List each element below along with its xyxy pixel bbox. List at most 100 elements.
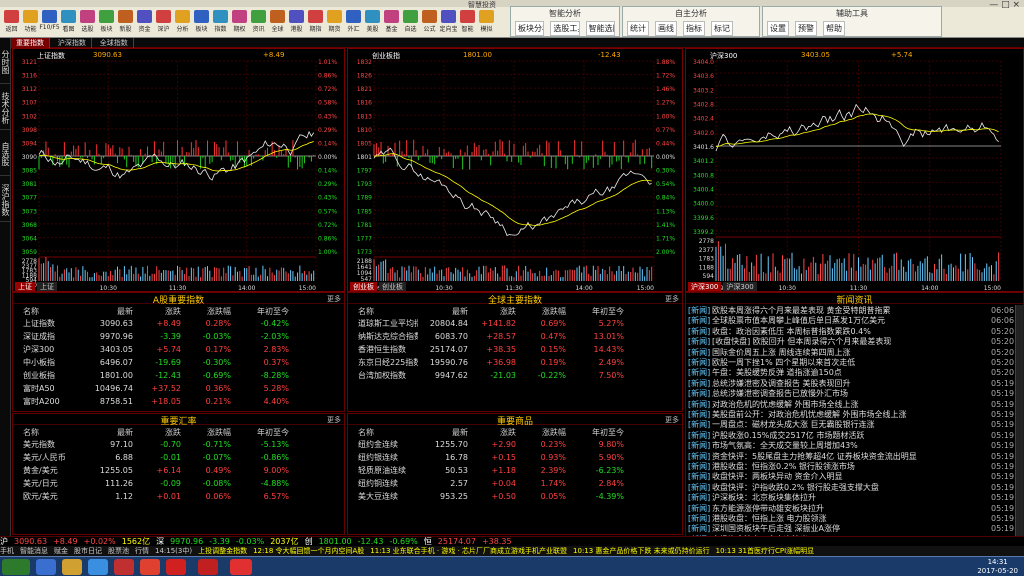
news-item[interactable]: [新闻] 收盘快评：两板块异动 资金介入明显 05:19 (688, 471, 1014, 482)
table-row[interactable]: 深证成指 9970.96 -3.39 -0.03% -2.03% (13, 330, 344, 342)
news-item[interactable]: [新闻] 美股盘前公开：对政治危机忧虑缓解 外围市场全线上涨 05:19 (688, 409, 1014, 420)
assist-item[interactable]: 设置 (767, 21, 789, 36)
toolbar-button[interactable]: 期货 (325, 10, 344, 36)
toolbar-button[interactable]: 定向宝 (439, 10, 458, 36)
toolbar-button[interactable]: 智能 (458, 10, 477, 36)
news-item[interactable]: [新闻] 全球股票市值本周攀上峰值后单日蒸发1万亿美元 06:06 (688, 315, 1014, 326)
column-header[interactable]: 涨跌幅 (181, 306, 231, 317)
news-item[interactable]: [新闻] 国际金价周五上涨 周线连续第四周上涨 05:20 (688, 347, 1014, 358)
ie-icon[interactable] (88, 559, 108, 575)
table-row[interactable]: 沪深300 3403.05 +5.74 0.17% 2.83% (13, 343, 344, 355)
news-item[interactable]: [新闻] 港股收盘：恒指涨0.2% 银行股领涨市场 05:19 (688, 461, 1014, 472)
news-item[interactable]: [新闻] 资金快评：5股尾盘主力抢筹超4亿 证券板块资金流出明显 05:19 (688, 451, 1014, 462)
toolbar-button[interactable]: 深沪 (154, 10, 173, 36)
chart-tab[interactable]: 上证 (37, 282, 57, 291)
window-controls[interactable]: — □ × (989, 0, 1020, 10)
status-item[interactable]: 12:18 令大幅回馈一个月内空间A股 (253, 546, 364, 556)
column-header[interactable]: 名称 (13, 306, 83, 317)
assist-item[interactable]: 预警 (795, 21, 817, 36)
toolbar-button[interactable]: 自选 (401, 10, 420, 36)
news-item[interactable]: [新闻] 欧股一周下挫1% 四个星期以来首次走低 05:20 (688, 357, 1014, 368)
status-item[interactable]: 14:15(3中) (155, 546, 192, 556)
table-row[interactable]: 纽约金连续 1255.70 +2.90 0.23% 9.80% (348, 438, 682, 450)
column-header[interactable]: 年初至今 (566, 306, 624, 317)
column-header[interactable]: 年初至今 (566, 427, 624, 438)
column-header[interactable]: 最新 (83, 427, 133, 438)
strategy-item[interactable]: 选股工具 (550, 21, 580, 36)
toolbar-button[interactable]: 期权 (230, 10, 249, 36)
toolbar-button[interactable]: 港股 (287, 10, 306, 36)
tab-global-indices[interactable]: 全球指数 (95, 38, 134, 48)
table-row[interactable]: 东京日经225指数 19590.76 +36.98 0.19% 2.49% (348, 356, 682, 368)
status-item[interactable]: 赋金 (54, 546, 68, 556)
hs300-chart[interactable]: 沪深300 3403.05 +5.74 3404.0 3403.6 3403.2 34… (685, 48, 1024, 292)
toolbar-button[interactable]: 新股 (116, 10, 135, 36)
left-nav-item[interactable]: 技术分析 (0, 84, 11, 130)
column-header[interactable]: 年初至今 (231, 306, 289, 317)
column-header[interactable]: 年初至今 (231, 427, 289, 438)
toolbar-button[interactable]: 分析 (173, 10, 192, 36)
toolbar-button[interactable]: 指数 (211, 10, 230, 36)
table-row[interactable]: 道琼斯工业平均指数 20804.84 +141.82 0.69% 5.27% (348, 317, 682, 329)
more-link[interactable]: 更多 (327, 294, 341, 304)
left-nav-item[interactable]: 分时图 (0, 38, 11, 84)
left-nav-item[interactable]: 自选股 (0, 130, 11, 176)
status-item[interactable]: 智能消息 (20, 546, 48, 556)
trading-app-icon[interactable] (198, 559, 218, 575)
column-header[interactable]: 名称 (13, 427, 83, 438)
toolbar-button[interactable]: 全球 (268, 10, 287, 36)
news-item[interactable]: [新闻] 总统涉嫌泄密调查报告已放慢外汇市场 05:19 (688, 388, 1014, 399)
strategy-item[interactable]: 智能选股 (585, 21, 615, 36)
status-item[interactable]: 行情 (135, 546, 149, 556)
column-header[interactable]: 涨跌幅 (516, 427, 566, 438)
news-item[interactable]: [新闻] 沪股收涨0.15%成交2517亿 市场题材活跃 05:19 (688, 430, 1014, 441)
column-header[interactable]: 涨跌幅 (181, 427, 231, 438)
status-item[interactable]: 10:13 31首医疗行CPI涨幅明显 (716, 546, 814, 556)
table-row[interactable]: 创业板指 1801.00 -12.43 -0.69% -8.28% (13, 369, 344, 381)
table-row[interactable]: 台湾加权指数 9947.62 -21.03 -0.22% 7.50% (348, 369, 682, 381)
status-item[interactable]: 11:13 业东联合手机 · 游戏 · 芯片厂厂商成立游戏手机产业联盟 (370, 546, 567, 556)
news-item[interactable]: [新闻] 沪深板块：北京板块集体拉升 05:19 (688, 492, 1014, 503)
toolbar-button[interactable]: 功能 (21, 10, 40, 36)
table-row[interactable]: 美大豆连续 953.25 +0.50 0.05% -4.39% (348, 490, 682, 502)
toolbar-button[interactable]: 期指 (306, 10, 325, 36)
news-item[interactable]: [新闻] 欧股本周涨得六个月来最差表现 黄金受特朗普拖累 06:06 (688, 305, 1014, 316)
more-link[interactable]: 更多 (327, 415, 341, 425)
table-row[interactable]: 美元/日元 111.26 -0.09 -0.08% -4.88% (13, 477, 344, 489)
assist-item[interactable]: 帮助 (823, 21, 845, 36)
tab-hs-indices[interactable]: 沪深指数 (53, 38, 92, 48)
table-row[interactable]: 富时A50 10496.74 +37.52 0.36% 5.28% (13, 382, 344, 394)
browser-icon[interactable] (36, 559, 56, 575)
news-item[interactable]: [新闻] 收盘：政治因素低压 本周标普指数累跌0.4% 05:20 (688, 326, 1014, 337)
column-header[interactable]: 最新 (418, 427, 468, 438)
more-link[interactable]: 更多 (665, 415, 679, 425)
column-header[interactable]: 涨跌 (468, 306, 516, 317)
self-item[interactable]: 画线 (655, 21, 677, 36)
chart-tab[interactable]: 沪深300 (723, 282, 757, 291)
news-item[interactable]: [新闻] 对政治危机的忧虑缓解 外围市场全线上涨 05:19 (688, 399, 1014, 410)
toolbar-button[interactable]: 基金 (382, 10, 401, 36)
column-header[interactable]: 最新 (418, 306, 468, 317)
toolbar-button[interactable]: 看图 (59, 10, 78, 36)
news-item[interactable]: [新闻] 一周盘点：磁材龙头成大涨 巨无霸股银行连涨 05:19 (688, 419, 1014, 430)
toolbar-button[interactable]: 公式 (420, 10, 439, 36)
news-item[interactable]: [新闻] 港股收盘：恒指上涨 电力股领涨 05:19 (688, 513, 1014, 524)
toolbar-button[interactable]: 板块 (97, 10, 116, 36)
column-header[interactable]: 名称 (348, 306, 418, 317)
news-item[interactable]: [新闻] 总统涉嫌泄密及调查报告 美股表现回升 05:19 (688, 378, 1014, 389)
table-row[interactable]: 黄金/美元 1255.05 +6.14 0.49% 9.00% (13, 464, 344, 476)
app-icon[interactable] (166, 559, 186, 575)
toolbar-button[interactable]: 资金 (135, 10, 154, 36)
column-header[interactable]: 涨跌 (133, 306, 181, 317)
news-item[interactable]: [新闻] 午盘：美股缓势反弹 道指涨逾150点 05:20 (688, 367, 1014, 378)
status-item[interactable]: 上投调整金指数 (198, 546, 247, 556)
news-item[interactable]: [新闻] [收盘快盘] 欧股回升 但本周录得六个月来最差表现 05:20 (688, 336, 1014, 347)
chart-tab[interactable]: 创业板 (350, 282, 377, 291)
chrome-icon[interactable] (140, 559, 160, 575)
start-button[interactable] (2, 559, 30, 575)
video-icon[interactable] (230, 559, 252, 575)
toolbar-button[interactable]: 资讯 (249, 10, 268, 36)
status-item[interactable]: 股票池 (108, 546, 129, 556)
news-scrollbar[interactable] (1015, 305, 1023, 543)
status-item[interactable]: 10:13 惠金产品价格下跌 未来或仍持价运行 (573, 546, 710, 556)
